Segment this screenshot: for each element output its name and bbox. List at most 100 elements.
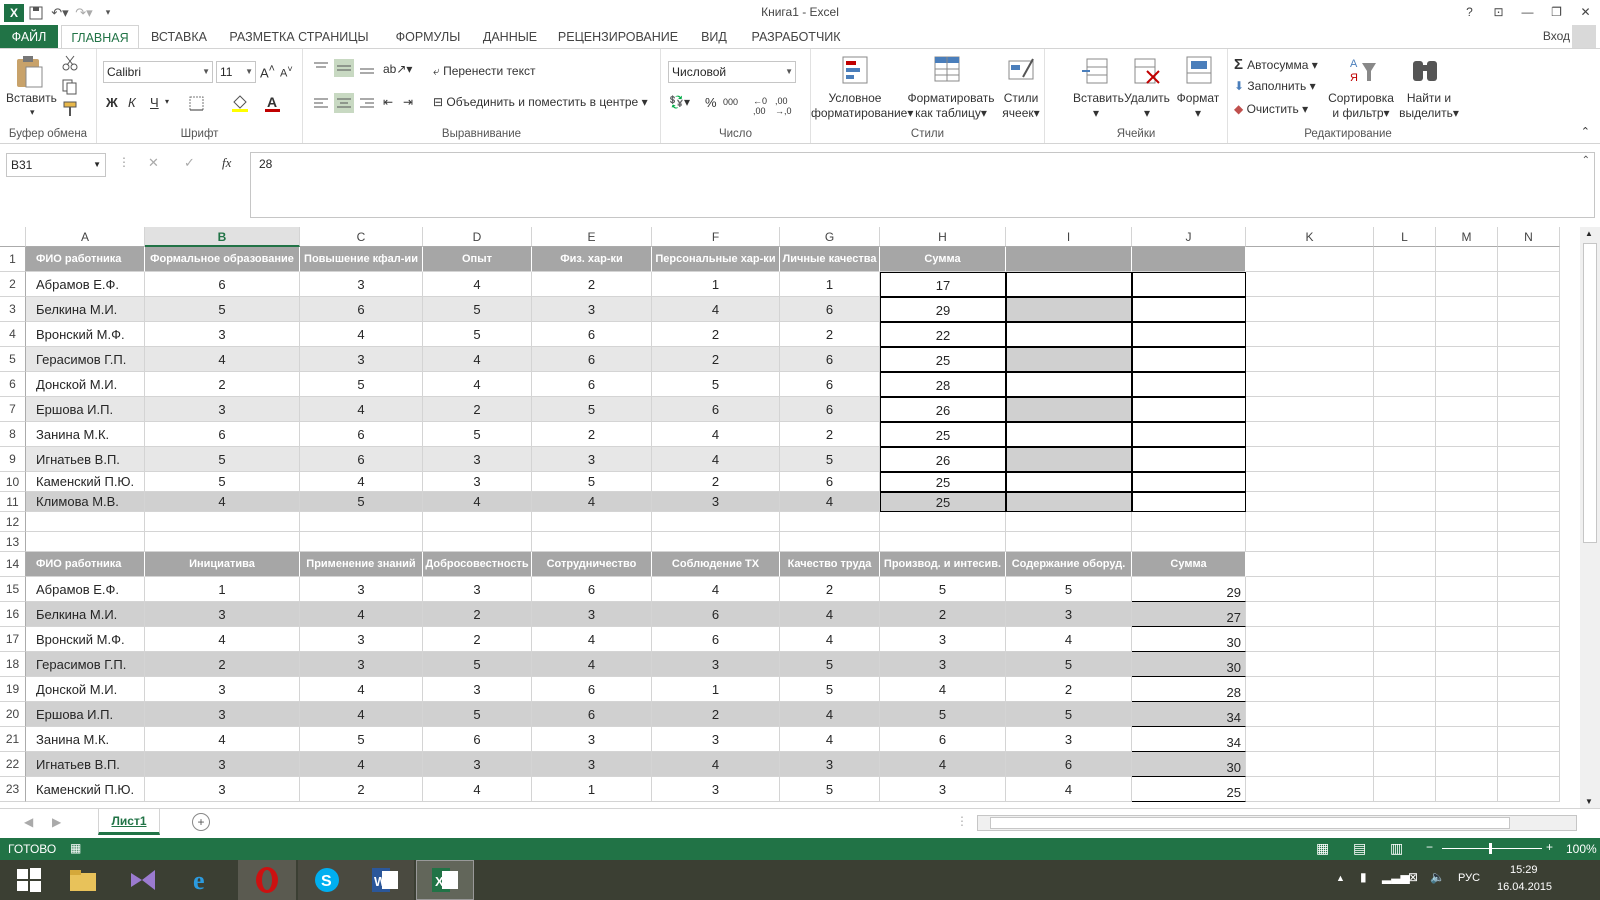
tab-formulas[interactable]: ФОРМУЛЫ bbox=[388, 25, 468, 49]
table1-sum-cell[interactable]: 25 bbox=[880, 492, 1006, 512]
grid-cell[interactable] bbox=[1374, 372, 1436, 397]
format-cells-button[interactable]: Формат ▾ bbox=[1173, 91, 1223, 121]
grid-cell[interactable] bbox=[1006, 532, 1132, 552]
tab-page-layout[interactable]: РАЗМЕТКА СТРАНИЦЫ bbox=[226, 25, 372, 49]
sort-filter-icon[interactable]: АЯ bbox=[1348, 55, 1378, 85]
row-header[interactable]: 14 bbox=[0, 552, 26, 577]
table2-value-cell[interactable]: 2 bbox=[423, 627, 532, 652]
grid-cell[interactable] bbox=[1374, 602, 1436, 627]
table2-sum-cell[interactable]: 30 bbox=[1132, 627, 1246, 652]
table1-header-cell[interactable]: Личные качества bbox=[780, 247, 880, 272]
table1-value-cell[interactable]: 5 bbox=[423, 422, 532, 447]
table2-value-cell[interactable]: 4 bbox=[780, 627, 880, 652]
table1-value-cell[interactable]: 2 bbox=[780, 322, 880, 347]
table1-value-cell[interactable]: 4 bbox=[423, 347, 532, 372]
table1-value-cell[interactable]: 3 bbox=[532, 297, 652, 322]
row-header[interactable]: 5 bbox=[0, 347, 26, 372]
table2-value-cell[interactable]: 1 bbox=[532, 777, 652, 802]
table1-value-cell[interactable]: 5 bbox=[300, 492, 423, 512]
grid-cell[interactable] bbox=[1498, 272, 1560, 297]
table1-value-cell[interactable]: 3 bbox=[423, 472, 532, 492]
new-sheet-icon[interactable]: + bbox=[192, 813, 210, 831]
table1-empty-cell[interactable] bbox=[1006, 347, 1132, 372]
sheet-tab-list1[interactable]: Лист1 bbox=[98, 809, 160, 835]
table2-value-cell[interactable]: 4 bbox=[780, 727, 880, 752]
row-header[interactable]: 7 bbox=[0, 397, 26, 422]
table2-value-cell[interactable]: 6 bbox=[423, 727, 532, 752]
grid-cell[interactable] bbox=[1246, 272, 1374, 297]
table2-value-cell[interactable]: 3 bbox=[145, 602, 300, 627]
grid-cell[interactable] bbox=[1498, 752, 1560, 777]
table2-value-cell[interactable]: 5 bbox=[780, 652, 880, 677]
grid-cell[interactable] bbox=[1246, 422, 1374, 447]
restore-button[interactable]: ❐ bbox=[1542, 0, 1571, 24]
table2-sum-cell[interactable]: 34 bbox=[1132, 727, 1246, 752]
italic-button[interactable]: К bbox=[128, 95, 136, 110]
signal-icon[interactable]: ▂▃▅ bbox=[1382, 870, 1410, 884]
table1-value-cell[interactable]: 4 bbox=[652, 297, 780, 322]
collapse-formula-icon[interactable]: ⌃ bbox=[1582, 155, 1590, 166]
table1-value-cell[interactable]: 6 bbox=[652, 397, 780, 422]
table2-header-cell[interactable]: Соблюдение ТХ bbox=[652, 552, 780, 577]
column-header-h[interactable]: H bbox=[880, 227, 1006, 247]
row-header[interactable]: 21 bbox=[0, 727, 26, 752]
table1-empty-cell[interactable] bbox=[1132, 447, 1246, 472]
table2-value-cell[interactable]: 3 bbox=[300, 652, 423, 677]
insert-cells-button[interactable]: Вставить ▾ bbox=[1073, 91, 1124, 121]
table1-value-cell[interactable]: 6 bbox=[145, 422, 300, 447]
table1-value-cell[interactable]: 3 bbox=[652, 492, 780, 512]
table2-name-cell[interactable]: Занина М.К. bbox=[26, 727, 145, 752]
grid-cell[interactable] bbox=[1436, 577, 1498, 602]
grow-font-icon[interactable]: A˄ bbox=[260, 63, 275, 80]
column-header-k[interactable]: K bbox=[1246, 227, 1374, 247]
table2-value-cell[interactable]: 3 bbox=[1006, 727, 1132, 752]
table2-value-cell[interactable]: 5 bbox=[423, 702, 532, 727]
table2-value-cell[interactable]: 5 bbox=[1006, 702, 1132, 727]
table2-value-cell[interactable]: 4 bbox=[1006, 777, 1132, 802]
table1-empty-cell[interactable] bbox=[1006, 322, 1132, 347]
column-header-d[interactable]: D bbox=[423, 227, 532, 247]
grid-cell[interactable] bbox=[1374, 702, 1436, 727]
table1-value-cell[interactable]: 2 bbox=[652, 347, 780, 372]
zoom-in-icon[interactable]: + bbox=[1546, 840, 1553, 854]
table2-name-cell[interactable]: Вронский М.Ф. bbox=[26, 627, 145, 652]
table1-empty-cell[interactable] bbox=[1132, 322, 1246, 347]
table1-value-cell[interactable]: 4 bbox=[532, 492, 652, 512]
table1-empty-cell[interactable] bbox=[1006, 272, 1132, 297]
table2-sum-cell[interactable]: 27 bbox=[1132, 602, 1246, 627]
grid-cell[interactable] bbox=[1436, 297, 1498, 322]
windows-start-icon[interactable] bbox=[0, 860, 58, 900]
table2-sum-cell[interactable]: 25 bbox=[1132, 777, 1246, 802]
font-color-icon[interactable]: A bbox=[265, 94, 281, 112]
grid-cell[interactable] bbox=[1436, 422, 1498, 447]
format-cells-icon[interactable] bbox=[1185, 55, 1213, 85]
table1-value-cell[interactable]: 4 bbox=[300, 322, 423, 347]
table1-header-cell[interactable]: Физ. хар-ки bbox=[532, 247, 652, 272]
grid-cell[interactable] bbox=[1374, 777, 1436, 802]
table2-value-cell[interactable]: 3 bbox=[145, 677, 300, 702]
column-header-l[interactable]: L bbox=[1374, 227, 1436, 247]
find-select-icon[interactable] bbox=[1410, 55, 1440, 85]
table2-value-cell[interactable]: 4 bbox=[532, 627, 652, 652]
table1-value-cell[interactable]: 6 bbox=[532, 372, 652, 397]
align-middle-icon[interactable] bbox=[334, 59, 354, 77]
grid-cell[interactable] bbox=[1498, 627, 1560, 652]
grid-cell[interactable] bbox=[145, 532, 300, 552]
grid-cell[interactable] bbox=[1436, 777, 1498, 802]
table1-value-cell[interactable]: 3 bbox=[300, 272, 423, 297]
grid-cell[interactable] bbox=[1246, 677, 1374, 702]
table1-value-cell[interactable]: 5 bbox=[300, 372, 423, 397]
table1-empty-cell[interactable] bbox=[1132, 347, 1246, 372]
normal-view-icon[interactable]: ▦ bbox=[1316, 840, 1329, 857]
table2-value-cell[interactable]: 5 bbox=[880, 577, 1006, 602]
row-header[interactable]: 9 bbox=[0, 447, 26, 472]
table2-value-cell[interactable]: 3 bbox=[300, 627, 423, 652]
grid-cell[interactable] bbox=[1374, 752, 1436, 777]
table2-value-cell[interactable]: 4 bbox=[652, 577, 780, 602]
table2-value-cell[interactable]: 3 bbox=[145, 777, 300, 802]
row-header[interactable]: 17 bbox=[0, 627, 26, 652]
table2-value-cell[interactable]: 4 bbox=[780, 602, 880, 627]
table1-value-cell[interactable]: 6 bbox=[300, 422, 423, 447]
column-header-b[interactable]: B bbox=[145, 227, 300, 247]
underline-dropdown-icon[interactable]: ▾ bbox=[165, 97, 169, 106]
